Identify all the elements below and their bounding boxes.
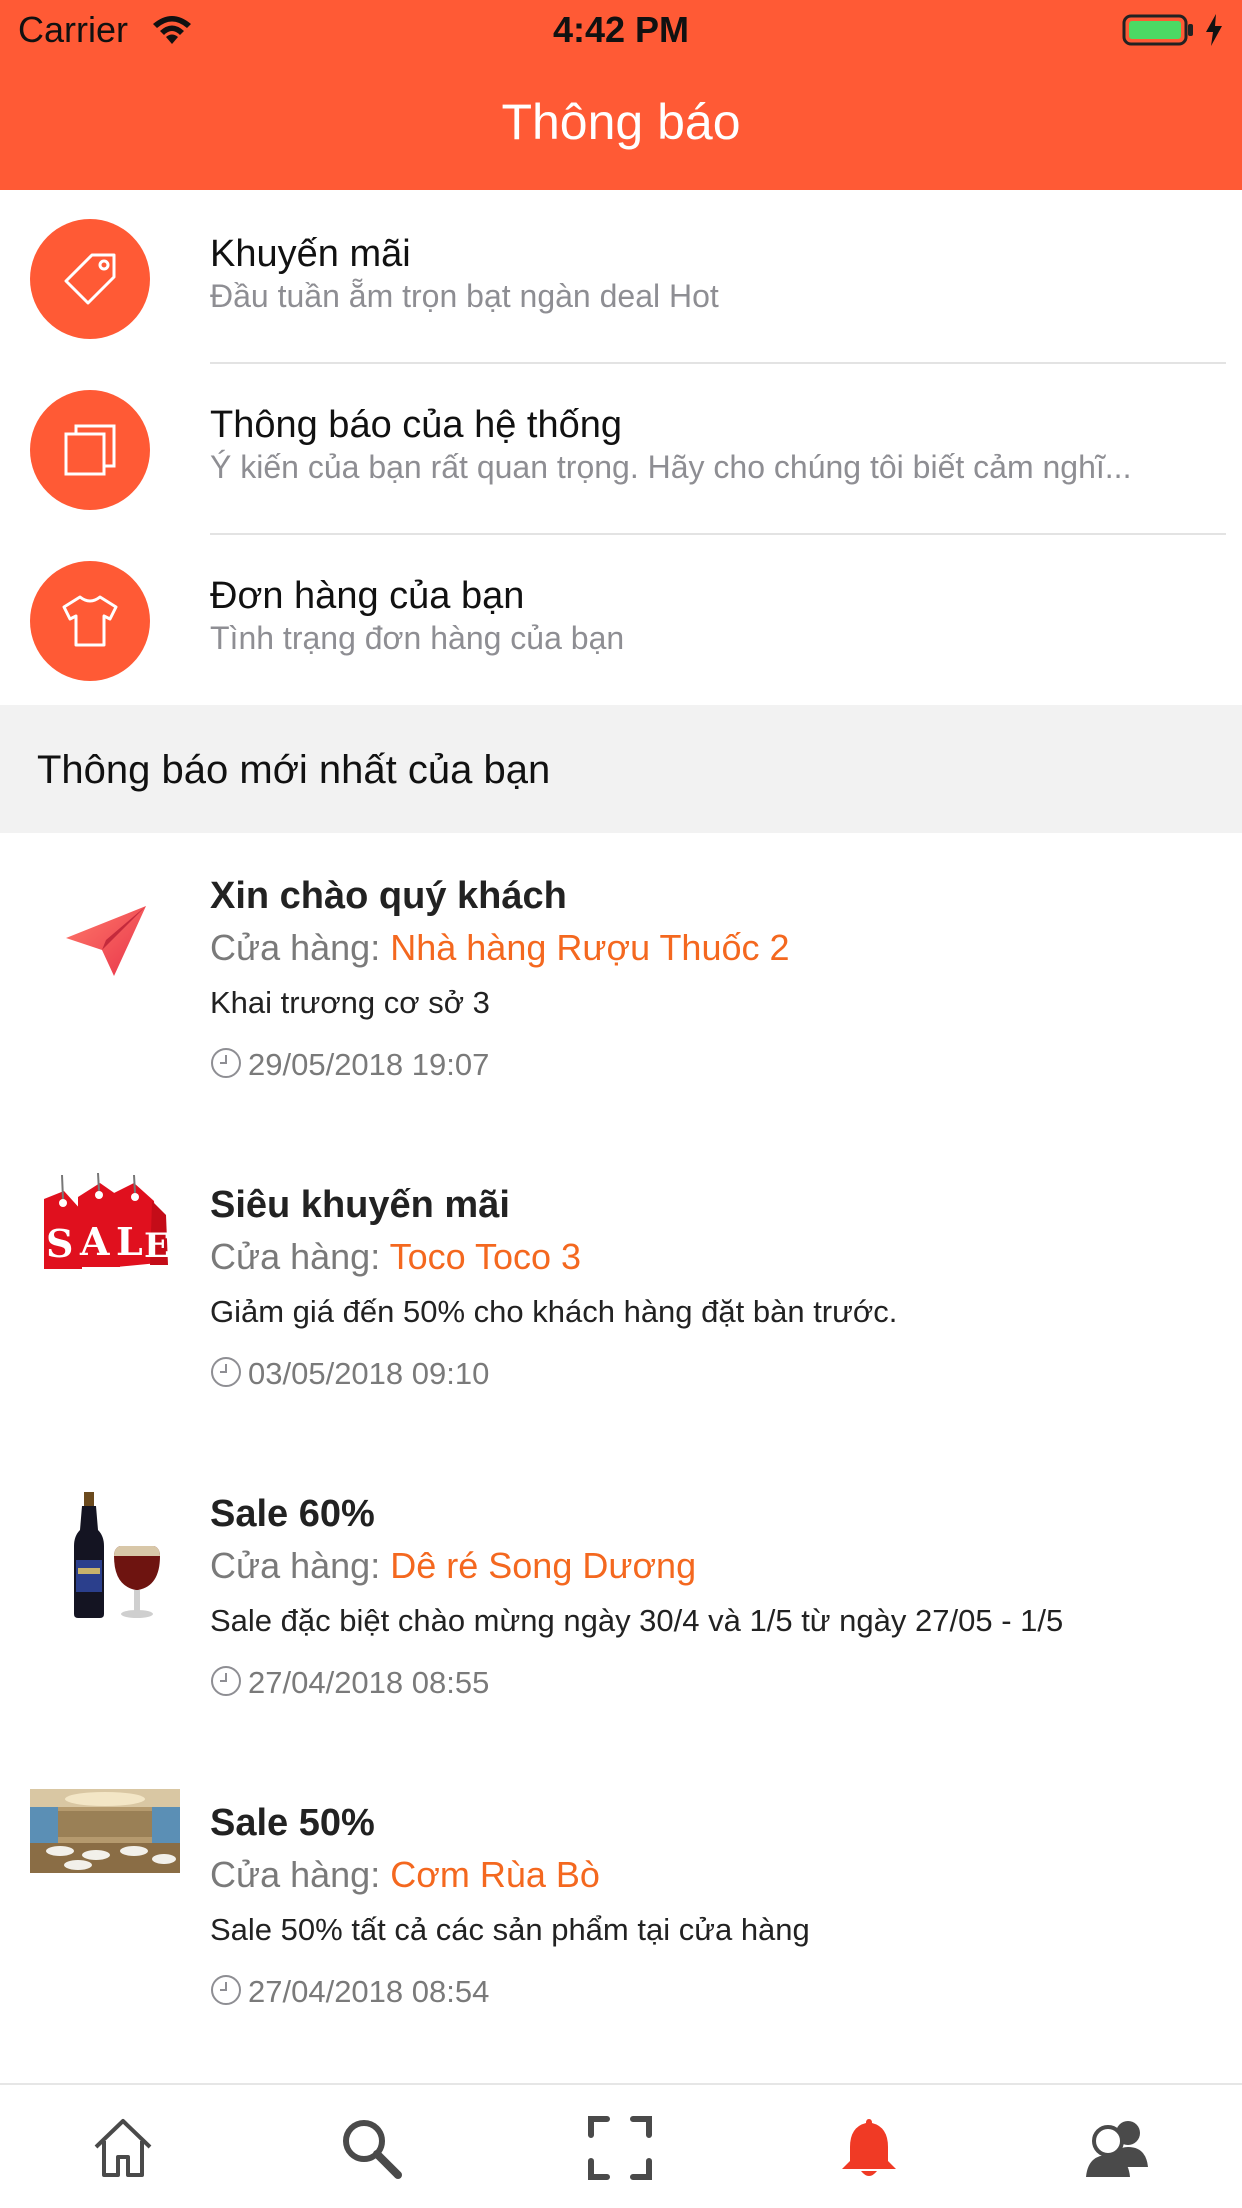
category-title: Đơn hàng của bạn — [210, 575, 525, 617]
paper-plane-icon — [66, 906, 146, 976]
notification-time-text: 27/04/2018 08:54 — [248, 1974, 490, 2009]
store-name[interactable]: Dê ré Song Dương — [390, 1545, 696, 1586]
users-icon[interactable] — [1084, 2115, 1150, 2181]
notification-time-text: 27/04/2018 08:55 — [248, 1665, 490, 1700]
category-system-notice[interactable]: Thông báo của hệ thống Ý kiến của bạn rấ… — [0, 364, 1242, 535]
notification-item[interactable]: Xin chào quý khách Cửa hàng: Nhà hàng Rư… — [0, 838, 1242, 1146]
notification-store: Cửa hàng: Nhà hàng Rượu Thuốc 2 — [210, 924, 790, 972]
tab-bar — [0, 2083, 1242, 2208]
notification-title: Xin chào quý khách — [210, 875, 567, 917]
notification-store: Cửa hàng: Toco Toco 3 — [210, 1233, 581, 1281]
clock-icon — [211, 1666, 241, 1696]
home-icon[interactable] — [90, 2115, 156, 2181]
notification-store: Cửa hàng: Dê ré Song Dương — [210, 1542, 696, 1590]
svg-text:A: A — [79, 1219, 110, 1264]
sale-tags-image: S A L E — [44, 1172, 170, 1269]
search-icon[interactable] — [338, 2115, 404, 2181]
page-title: Thông báo — [501, 94, 741, 150]
notification-body: Khai trương cơ sở 3 — [210, 985, 490, 1020]
beer-bottle-glass-image — [74, 1492, 160, 1618]
store-label: Cửa hàng: — [210, 1545, 381, 1586]
battery-icon — [1122, 14, 1193, 46]
notification-item[interactable]: S A L E Siêu khuyến mãi Cửa hàng: Toco T… — [0, 1147, 1242, 1455]
notification-time: 29/05/2018 19:07 — [210, 1044, 489, 1086]
store-label: Cửa hàng: — [210, 927, 381, 968]
category-promotions[interactable]: Khuyến mãi Đầu tuần ẵm trọn bạt ngàn dea… — [0, 193, 1242, 364]
tshirt-icon — [30, 561, 150, 681]
notification-item[interactable]: Sale 60% Cửa hàng: Dê ré Song Dương Sale… — [0, 1456, 1242, 1764]
notification-body: Sale đặc biệt chào mừng ngày 30/4 và 1/5… — [210, 1603, 1064, 1638]
notification-title: Sale 50% — [210, 1802, 375, 1844]
bell-icon[interactable] — [836, 2115, 902, 2181]
clock-icon — [211, 1357, 241, 1387]
category-orders[interactable]: Đơn hàng của bạn Tình trạng đơn hàng của… — [0, 535, 1242, 706]
status-bar: Carrier 4:42 PM — [0, 0, 1242, 62]
notification-time: 03/05/2018 09:10 — [210, 1353, 489, 1395]
clock-icon — [211, 1048, 241, 1078]
notification-time-text: 29/05/2018 19:07 — [248, 1047, 490, 1082]
tag-icon — [30, 219, 150, 339]
svg-text:E: E — [144, 1226, 170, 1266]
copy-icon — [30, 390, 150, 510]
notification-time: 27/04/2018 08:55 — [210, 1662, 489, 1704]
category-title: Thông báo của hệ thống — [210, 404, 623, 446]
app-header: Carrier 4:42 PM Thông báo — [0, 0, 1242, 190]
store-label: Cửa hàng: — [210, 1854, 381, 1895]
store-name[interactable]: Toco Toco 3 — [390, 1236, 581, 1277]
notification-body: Sale 50% tất cả các sản phẩm tại cửa hàn… — [210, 1912, 810, 1947]
svg-text:S: S — [46, 1221, 73, 1266]
charging-bolt-icon — [1206, 14, 1222, 46]
category-subtitle: Ý kiến của bạn rất quan trọng. Hãy cho c… — [210, 449, 1132, 485]
notification-title: Sale 60% — [210, 1493, 375, 1535]
notification-store: Cửa hàng: Cơm Rùa Bò — [210, 1851, 600, 1899]
store-name[interactable]: Cơm Rùa Bò — [390, 1854, 600, 1895]
category-title: Khuyến mãi — [210, 233, 411, 275]
store-label: Cửa hàng: — [210, 1236, 381, 1277]
scan-icon[interactable] — [587, 2115, 653, 2181]
notification-item[interactable]: Sale 50% Cửa hàng: Cơm Rùa Bò Sale 50% t… — [0, 1765, 1242, 2073]
category-subtitle: Tình trạng đơn hàng của bạn — [210, 620, 625, 656]
section-header: Thông báo mới nhất của bạn — [0, 705, 1242, 833]
notification-title: Siêu khuyến mãi — [210, 1184, 510, 1226]
store-name[interactable]: Nhà hàng Rượu Thuốc 2 — [390, 927, 789, 968]
notification-time-text: 03/05/2018 09:10 — [248, 1356, 490, 1391]
clock-icon — [211, 1975, 241, 2005]
svg-text:L: L — [116, 1219, 143, 1264]
notification-body: Giảm giá đến 50% cho khách hàng đặt bàn … — [210, 1294, 898, 1329]
status-time: 4:42 PM — [552, 9, 690, 50]
section-title: Thông báo mới nhất của bạn — [37, 748, 551, 792]
restaurant-interior-image — [30, 1789, 180, 1873]
notification-time: 27/04/2018 08:54 — [210, 1971, 489, 2013]
category-subtitle: Đầu tuần ẵm trọn bạt ngàn deal Hot — [210, 278, 719, 314]
